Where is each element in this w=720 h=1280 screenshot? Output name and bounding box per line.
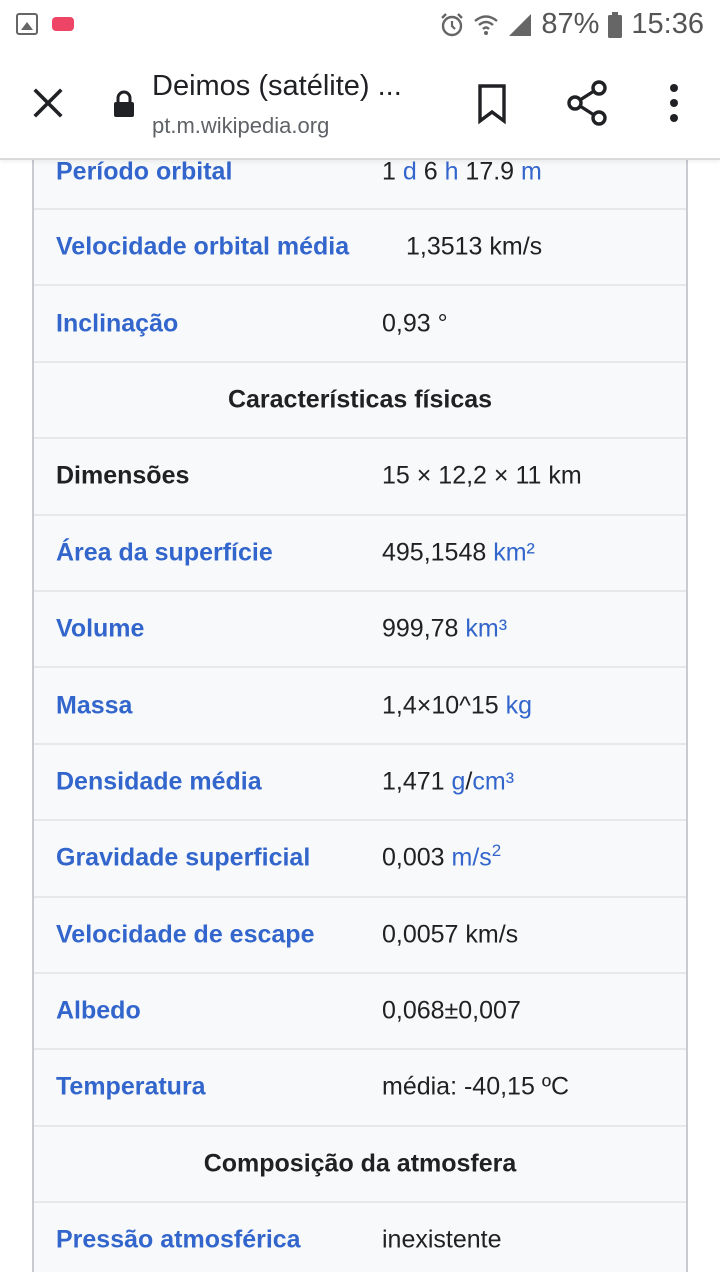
- densidade-value: 1,471 g/cm³: [382, 767, 514, 796]
- temperatura-link[interactable]: Temperatura: [56, 1073, 206, 1102]
- densidade-number: 1,471: [382, 767, 452, 796]
- gram-unit-link[interactable]: g: [452, 767, 466, 795]
- infobox-row-massa: Massa 1,4×10^15 kg: [34, 668, 686, 745]
- share-icon[interactable]: [566, 80, 610, 126]
- volume-link[interactable]: Volume: [56, 615, 144, 644]
- section-title-physical: Características físicas: [227, 385, 493, 414]
- clock: 15:36: [631, 8, 704, 40]
- section-title-atmosphere: Composição da atmosfera: [203, 1149, 517, 1178]
- infobox-row-volume: Volume 999,78 km³: [34, 592, 686, 669]
- inclinacao-value: 0,93 °: [382, 309, 448, 338]
- dimensoes-value: 15 × 12,2 × 11 km: [382, 461, 582, 490]
- article-content: Período orbital 1 d 6 h 17.9 m Velocidad…: [0, 0, 720, 1280]
- gravidade-number: 0,003: [382, 843, 452, 872]
- kg-unit-link[interactable]: kg: [506, 691, 532, 719]
- ms2-unit-link[interactable]: m/s2: [451, 841, 502, 872]
- section-header-atmosphere: Composição da atmosfera: [34, 1127, 686, 1204]
- alarm-icon: [441, 12, 464, 36]
- km3-unit-link[interactable]: km³: [465, 615, 507, 643]
- dimensoes-label: Dimensões: [56, 461, 190, 490]
- infobox-row-albedo: Albedo 0,068±0,007: [34, 974, 686, 1051]
- day-unit-link[interactable]: d: [403, 158, 417, 186]
- lock-icon: [114, 90, 134, 117]
- km2-unit-link[interactable]: km²: [493, 538, 535, 566]
- battery-icon: [608, 11, 623, 38]
- area-value: 495,1548 km²: [382, 538, 535, 567]
- area-superficie-link[interactable]: Área da superfície: [56, 538, 273, 567]
- infobox-row-velocidade-orbital: Velocidade orbital média 1,3513 km/s: [34, 210, 686, 287]
- page-url[interactable]: pt.m.wikipedia.org: [152, 113, 329, 139]
- infobox-row-temperatura: Temperatura média: -40,15 ºC: [34, 1050, 686, 1127]
- velocidade-escape-link[interactable]: Velocidade de escape: [56, 920, 314, 949]
- volume-value: 999,78 km³: [382, 615, 507, 644]
- infobox-row-gravidade: Gravidade superficial 0,003 m/s2: [34, 821, 686, 898]
- more-vert-icon[interactable]: [662, 80, 686, 126]
- browser-toolbar: Deimos (satélite) ... pt.m.wikipedia.org: [0, 50, 720, 160]
- gallery-icon: [16, 13, 38, 35]
- ms-unit-text: m/s: [451, 843, 492, 872]
- massa-number: 1,4×10^15: [382, 691, 506, 720]
- infobox-row-dimensoes: Dimensões 15 × 12,2 × 11 km: [34, 439, 686, 516]
- periodo-orbital-link[interactable]: Período orbital: [56, 158, 232, 187]
- section-header-physical: Características físicas: [34, 363, 686, 440]
- app-notification-icon: [52, 17, 74, 31]
- pressao-value: inexistente: [382, 1225, 502, 1254]
- bookmark-icon[interactable]: [472, 83, 512, 125]
- gravidade-link[interactable]: Gravidade superficial: [56, 844, 310, 873]
- page-title[interactable]: Deimos (satélite) ...: [152, 70, 402, 103]
- cm3-unit-link[interactable]: cm³: [472, 767, 514, 795]
- infobox-row-escape: Velocidade de escape 0,0057 km/s: [34, 898, 686, 974]
- massa-value: 1,4×10^15 kg: [382, 691, 532, 720]
- albedo-value: 0,068±0,007: [382, 996, 521, 1025]
- inclinacao-link[interactable]: Inclinação: [56, 309, 178, 338]
- infobox-row-pressao: Pressão atmosférica inexistente: [34, 1203, 686, 1280]
- gravidade-value: 0,003 m/s2: [382, 841, 502, 873]
- velocidade-orbital-link[interactable]: Velocidade orbital média: [56, 233, 349, 262]
- close-icon[interactable]: [28, 83, 68, 123]
- infobox-table: Período orbital 1 d 6 h 17.9 m Velocidad…: [32, 132, 688, 1280]
- infobox-row-inclinacao: Inclinação 0,93 °: [34, 286, 686, 363]
- battery-percent: 87%: [541, 8, 600, 40]
- volume-number: 999,78: [382, 614, 466, 643]
- periodo-hours-number: 6: [416, 157, 445, 186]
- periodo-minutes-number: 17.9: [458, 157, 522, 186]
- periodo-orbital-value: 1 d 6 h 17.9 m: [382, 158, 542, 187]
- area-number: 495,1548: [382, 538, 494, 567]
- minute-unit-link[interactable]: m: [521, 158, 542, 186]
- bottom-edge: [0, 1272, 720, 1280]
- infobox-row-densidade: Densidade média 1,471 g/cm³: [34, 745, 686, 822]
- wifi-icon: [474, 14, 499, 35]
- pressao-link[interactable]: Pressão atmosférica: [56, 1226, 301, 1255]
- albedo-link[interactable]: Albedo: [56, 997, 141, 1026]
- escape-value: 0,0057 km/s: [382, 920, 519, 949]
- signal-icon: [509, 13, 532, 36]
- status-notifications: [16, 13, 74, 35]
- periodo-days-number: 1: [382, 157, 403, 186]
- velocidade-orbital-value: 1,3513 km/s: [406, 232, 543, 261]
- temperatura-value: média: -40,15 ºC: [382, 1072, 569, 1101]
- massa-link[interactable]: Massa: [56, 691, 132, 720]
- densidade-link[interactable]: Densidade média: [56, 767, 262, 796]
- infobox-row-area: Área da superfície 495,1548 km²: [34, 516, 686, 592]
- exponent: 2: [491, 841, 502, 861]
- status-system-icons: 87% 15:36: [439, 8, 704, 41]
- status-bar: 87% 15:36: [0, 0, 720, 50]
- hour-unit-link[interactable]: h: [445, 158, 459, 186]
